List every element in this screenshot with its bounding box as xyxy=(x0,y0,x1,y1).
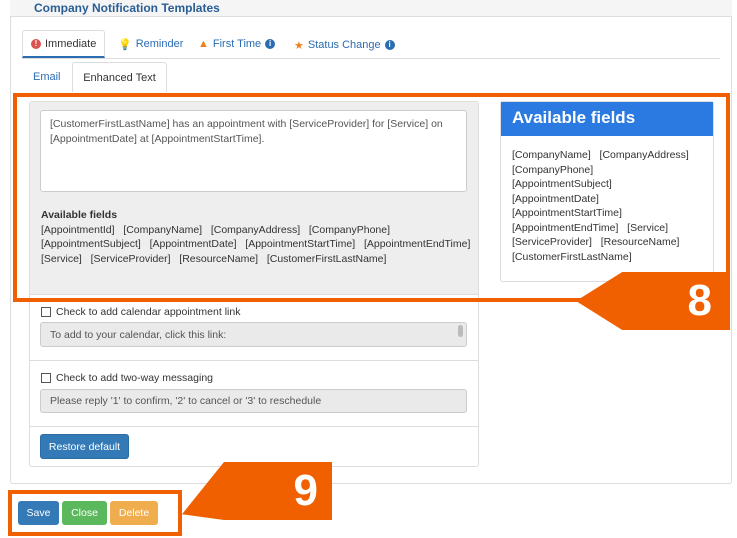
checkbox-label: Check to add two-way messaging xyxy=(56,372,213,384)
divider xyxy=(30,360,478,361)
two-way-text[interactable]: Please reply '1' to confirm, '2' to canc… xyxy=(40,389,467,413)
tab-first-time[interactable]: ▲ First Time i xyxy=(198,30,276,58)
tab-label: Reminder xyxy=(135,38,184,50)
subtab-email[interactable]: Email xyxy=(33,62,61,92)
checkbox[interactable] xyxy=(41,373,51,383)
tab-label: Immediate xyxy=(45,37,97,50)
star-icon: ★ xyxy=(294,39,304,52)
restore-default-button[interactable]: Restore default xyxy=(40,434,129,459)
highlight-box-9 xyxy=(8,490,182,536)
tab-immediate[interactable]: ! Immediate xyxy=(22,30,106,58)
checkbox-label: Check to add calendar appointment link xyxy=(56,306,241,318)
checkbox[interactable] xyxy=(41,307,51,317)
calendar-text-value: To add to your calendar, click this link… xyxy=(50,329,227,341)
subtab-enhanced-text[interactable]: Enhanced Text xyxy=(72,62,167,92)
divider xyxy=(30,426,478,427)
tab-status-change[interactable]: ★ Status Change i xyxy=(294,31,395,59)
lightbulb-icon: 💡 xyxy=(118,38,132,51)
scrollbar[interactable] xyxy=(458,325,463,337)
two-way-checkbox[interactable]: Check to add two-way messaging xyxy=(41,372,213,384)
page-title: Company Notification Templates xyxy=(34,1,220,15)
info-icon[interactable]: i xyxy=(265,39,276,49)
warning-triangle-icon: ▲ xyxy=(198,38,209,50)
tab-reminder[interactable]: 💡 Reminder xyxy=(118,30,183,58)
info-icon[interactable]: i xyxy=(384,40,395,50)
exclamation-circle-icon: ! xyxy=(31,38,41,49)
subtab-label: Email xyxy=(33,71,61,83)
calendar-text[interactable]: To add to your calendar, click this link… xyxy=(40,322,467,347)
tab-divider xyxy=(22,58,720,59)
tab-label: Status Change xyxy=(307,39,381,51)
calendar-link-checkbox[interactable]: Check to add calendar appointment link xyxy=(41,306,240,318)
subtab-label: Enhanced Text xyxy=(83,71,156,84)
tab-label: First Time xyxy=(212,38,262,50)
highlight-box-8 xyxy=(13,93,730,302)
